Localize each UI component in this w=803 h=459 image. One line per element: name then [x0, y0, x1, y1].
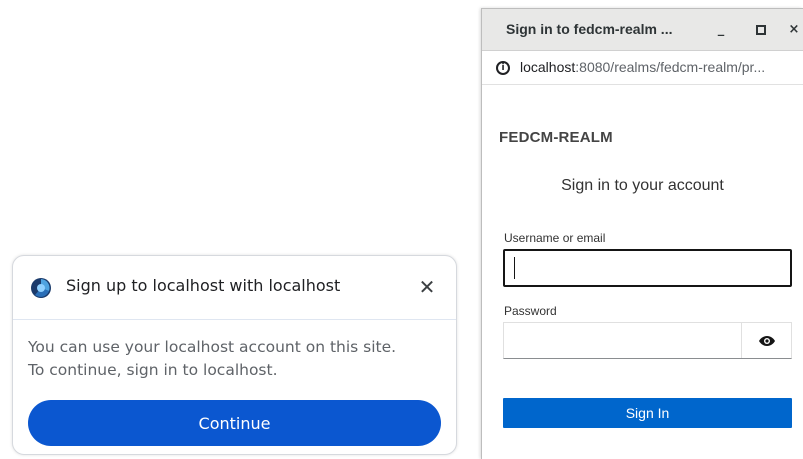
window-title: Sign in to fedcm-realm ...	[506, 21, 673, 37]
sign-in-button[interactable]: Sign In	[503, 398, 792, 428]
password-label: Password	[504, 304, 557, 318]
eye-icon[interactable]	[741, 323, 791, 358]
window-titlebar[interactable]: Sign in to fedcm-realm ... _ ×	[482, 9, 803, 51]
password-field	[503, 322, 792, 359]
url-path: :8080/realms/fedcm-realm/pr...	[575, 59, 766, 75]
fedcm-dialog-header: Sign up to localhost with localhost ✕	[13, 256, 456, 320]
page-title: Sign in to your account	[561, 177, 724, 194]
username-input[interactable]	[503, 249, 792, 287]
fedcm-dialog: Sign up to localhost with localhost ✕ Yo…	[12, 255, 457, 455]
minimize-icon[interactable]: _	[712, 21, 730, 39]
fedcm-body-line-2: To continue, sign in to localhost.	[28, 361, 278, 379]
fedcm-body-line-1: You can use your localhost account on th…	[28, 338, 397, 356]
fedcm-dialog-body: You can use your localhost account on th…	[28, 336, 442, 382]
maximize-icon[interactable]	[752, 21, 770, 39]
popup-window: Sign in to fedcm-realm ... _ × i localho…	[481, 8, 803, 459]
window-close-icon[interactable]: ×	[785, 21, 803, 39]
url-text[interactable]: localhost:8080/realms/fedcm-realm/pr...	[520, 59, 765, 75]
info-icon[interactable]: i	[496, 61, 510, 75]
browser-logo-icon	[30, 277, 52, 299]
address-bar[interactable]: i localhost:8080/realms/fedcm-realm/pr..…	[482, 51, 803, 85]
continue-button[interactable]: Continue	[28, 400, 441, 446]
realm-name: FEDCM-REALM	[499, 129, 613, 146]
username-label: Username or email	[504, 231, 606, 245]
url-host: localhost	[520, 59, 576, 75]
password-input[interactable]	[504, 323, 742, 358]
fedcm-dialog-title: Sign up to localhost with localhost	[66, 276, 341, 295]
close-icon[interactable]: ✕	[416, 276, 438, 298]
text-caret	[514, 257, 515, 279]
